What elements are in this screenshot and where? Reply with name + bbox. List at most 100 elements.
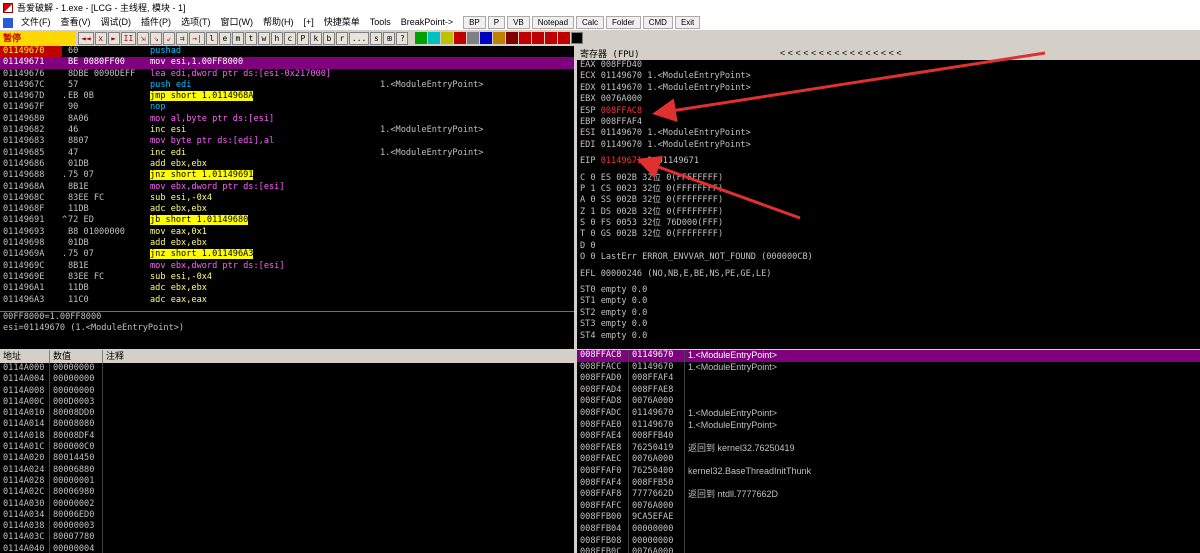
stack-row[interactable]: 008FFAF8 7777662D 返回到 ntdll.7777662D xyxy=(577,489,1200,501)
toolbar-button[interactable]: ⇙ xyxy=(163,31,176,45)
disasm-row[interactable]: 01149698 01DB add ebx,ebx xyxy=(0,238,574,249)
stack-row[interactable]: 008FFAE4 008FFB40 xyxy=(577,431,1200,443)
dump-row[interactable]: 0114A028 00000001 xyxy=(0,475,574,488)
register-eip[interactable]: EIP 01149671 1.01149671 xyxy=(577,156,1200,167)
register-line[interactable]: ECX 01149670 1.<ModuleEntryPoint> xyxy=(577,71,1200,82)
dump-row[interactable]: 0114A01C 800000C0 xyxy=(0,442,574,454)
toolbar-button[interactable]: P xyxy=(296,31,309,45)
disasm-row[interactable]: 0114967C 57 push edi 1.<ModuleEntryPoint> xyxy=(0,80,574,91)
menu-item[interactable]: 选项(T) xyxy=(176,15,216,30)
toolbar-button[interactable]: ? xyxy=(396,31,409,45)
dump-row[interactable]: 0114A038 00000003 xyxy=(0,521,574,533)
disasm-row[interactable]: 01149691 ^ 72 ED jb short 1.01149680 xyxy=(0,215,574,226)
horizontal-splitter[interactable] xyxy=(0,349,1200,350)
stack-row[interactable]: 008FFAF4 008FFB50 xyxy=(577,477,1200,490)
flag-line[interactable]: A 0 SS 002B 32位 0(FFFFFFFF) xyxy=(577,195,1200,206)
dump-row[interactable]: 0114A000 00000000 xyxy=(0,363,574,375)
menu-item[interactable]: 帮助(H) xyxy=(258,15,299,30)
menu-button[interactable]: BP xyxy=(463,16,486,29)
fpu-line[interactable]: ST3 empty 0.0 xyxy=(577,319,1200,330)
register-line[interactable]: ESP 008FFAC8 xyxy=(577,106,1200,117)
stack-row[interactable]: 008FFB08 00000000 xyxy=(577,535,1200,548)
menu-button[interactable]: Notepad xyxy=(531,16,575,29)
menu-item[interactable]: 插件(P) xyxy=(136,15,176,30)
disasm-row[interactable]: 0114967F 90 nop xyxy=(0,102,574,113)
disasm-row[interactable]: 01149693 B8 01000000 mov eax,0x1 xyxy=(0,227,574,238)
menu-button[interactable]: Folder xyxy=(606,16,641,29)
dump-col-comment[interactable]: 注释 xyxy=(103,350,574,363)
toolbar-button[interactable]: e xyxy=(218,31,231,45)
toolbar-button[interactable]: ⇲ xyxy=(137,31,150,45)
stack-row[interactable]: 008FFAE8 76250419 返回到 kernel32.76250419 xyxy=(577,442,1200,455)
register-line[interactable]: EBX 0076A000 xyxy=(577,94,1200,105)
stack-row[interactable]: 008FFB04 00000000 xyxy=(577,523,1200,536)
menu-button[interactable]: CMD xyxy=(642,16,673,29)
menu-app-icon[interactable] xyxy=(3,17,13,28)
register-line[interactable]: EAX 008FFD40 xyxy=(577,60,1200,71)
toolbar-button[interactable]: l xyxy=(205,31,218,45)
menu-button[interactable]: VB xyxy=(507,16,530,29)
dump-row[interactable]: 0114A040 00000004 xyxy=(0,543,574,553)
vertical-splitter[interactable] xyxy=(574,46,577,553)
menu-item[interactable]: Tools xyxy=(365,15,396,30)
flag-line[interactable]: P 1 CS 0023 32位 0(FFFFFFFF) xyxy=(577,184,1200,195)
toolbar-icon[interactable] xyxy=(571,32,584,44)
toolbar-button[interactable]: ⇉ xyxy=(176,31,189,45)
toolbar-button[interactable]: m xyxy=(231,31,244,45)
dump-row[interactable]: 0114A014 80008080 xyxy=(0,419,574,431)
disasm-row[interactable]: 0114969E 83EE FC sub esi,-0x4 xyxy=(0,272,574,283)
dump-row[interactable]: 0114A030 00000002 xyxy=(0,498,574,510)
flag-line[interactable]: D 0 xyxy=(577,241,1200,252)
dump-row[interactable]: 0114A034 80006ED0 xyxy=(0,509,574,522)
flag-line[interactable]: Z 1 DS 002B 32位 0(FFFFFFFF) xyxy=(577,207,1200,218)
dump-col-address[interactable]: 地址 xyxy=(0,350,50,363)
toolbar-button[interactable]: ◄◄ xyxy=(78,31,94,45)
fpu-line[interactable]: ST0 empty 0.0 xyxy=(577,285,1200,296)
menu-item[interactable]: BreakPoint-> xyxy=(396,15,458,30)
register-line[interactable]: EBP 008FFAF4 xyxy=(577,117,1200,128)
register-line[interactable]: ESI 01149670 1.<ModuleEntryPoint> xyxy=(577,128,1200,139)
toolbar-icon[interactable] xyxy=(480,32,493,44)
stack-row[interactable]: 008FFAF0 76250400 kernel32.BaseThreadInitT… xyxy=(577,465,1200,478)
fpu-line[interactable]: ST1 empty 0.0 xyxy=(577,296,1200,307)
disasm-row[interactable]: 01149680 8A06 mov al,byte ptr ds:[esi] xyxy=(0,114,574,125)
toolbar-icon[interactable] xyxy=(441,32,454,44)
disasm-row[interactable]: 0114967D. EB 0B jmp short 1.0114968A xyxy=(0,91,574,102)
dump-row[interactable]: 0114A03C 80007780 xyxy=(0,532,574,544)
toolbar-icon[interactable] xyxy=(558,32,571,44)
menu-item[interactable]: 快捷菜单 xyxy=(319,15,365,30)
disassembly-pane[interactable]: 01149670 60 pushad 01149671 BE 0080FF00 mov e… xyxy=(0,46,574,310)
dump-row[interactable]: 0114A010 80008DD0 xyxy=(0,408,574,420)
toolbar-icon[interactable] xyxy=(467,32,480,44)
registers-arrows[interactable]: < < < < < < < < < < < < < < < < xyxy=(780,48,1200,58)
disasm-row[interactable]: 011496A3 11C0 adc eax,eax xyxy=(0,295,574,306)
disasm-row[interactable]: 011496A1 11DB adc ebx,ebx xyxy=(0,283,574,294)
toolbar-button[interactable]: ⇘ xyxy=(150,31,163,45)
toolbar-button[interactable]: c xyxy=(283,31,296,45)
toolbar-button[interactable]: II xyxy=(120,31,137,45)
flag-line[interactable]: O 0 LastErr ERROR_ENVVAR_NOT_FOUND (0000… xyxy=(577,252,1200,263)
register-line[interactable]: EDX 01149670 1.<ModuleEntryPoint> xyxy=(577,83,1200,94)
toolbar-button[interactable]: b xyxy=(322,31,335,45)
stack-row[interactable]: 008FFAE0 01149670 1.<ModuleEntryPoint> xyxy=(577,419,1200,432)
flag-line[interactable]: C 0 ES 002B 32位 0(FFFFFFFF) xyxy=(577,173,1200,184)
stack-row[interactable]: 008FFAD8 0076A000 xyxy=(577,396,1200,408)
disasm-row[interactable]: 01149682 46 inc esi 1.<ModuleEntryPoint> xyxy=(0,125,574,136)
registers-pane[interactable]: 寄存器 (FPU) < < < < < < < < < < < < < < < … xyxy=(577,46,1200,349)
toolbar-button[interactable]: ► xyxy=(107,31,120,45)
stack-row[interactable]: 008FFAFC 0076A000 xyxy=(577,500,1200,513)
stack-row[interactable]: 008FFAC8 01149670 1.<ModuleEntryPoint> xyxy=(577,350,1200,362)
flag-line[interactable]: S 0 FS 0053 32位 76D000(FFF) xyxy=(577,218,1200,229)
disasm-row[interactable]: 01149670 60 pushad xyxy=(0,46,574,58)
menu-item[interactable]: 调试(D) xyxy=(96,15,137,30)
toolbar-button[interactable]: w xyxy=(257,31,270,45)
fpu-line[interactable]: ST2 empty 0.0 xyxy=(577,308,1200,319)
toolbar-button[interactable]: ... xyxy=(348,31,370,45)
disasm-row[interactable]: 01149686 01DB add ebx,ebx xyxy=(0,159,574,170)
stack-row[interactable]: 008FFACC 01149670 1.<ModuleEntryPoint> xyxy=(577,361,1200,374)
toolbar-icon[interactable] xyxy=(454,32,467,44)
toolbar-icon[interactable] xyxy=(506,32,519,44)
disasm-row[interactable]: 01149685 47 inc edi 1.<ModuleEntryPoint> xyxy=(0,148,574,159)
efl-line[interactable]: EFL 00000246 (NO,NB,E,BE,NS,PE,GE,LE) xyxy=(577,269,1200,280)
toolbar-button[interactable]: →| xyxy=(189,31,205,45)
